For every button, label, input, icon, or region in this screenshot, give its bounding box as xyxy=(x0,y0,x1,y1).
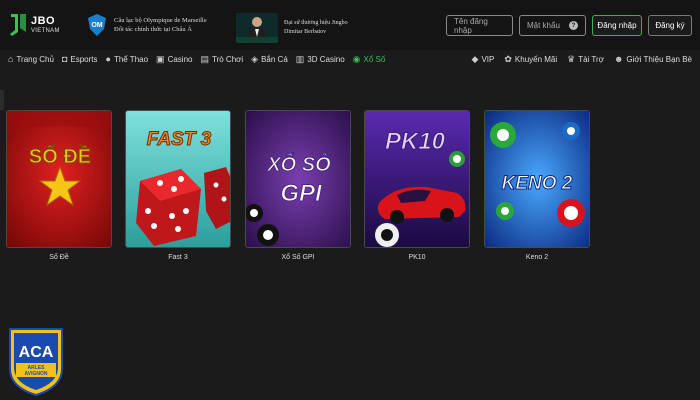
nav-item-home[interactable]: ⌂ Trang Chủ xyxy=(8,54,54,65)
nav-item-sports[interactable]: ● Thể Thao xyxy=(105,54,149,65)
fast-3-artwork: FAST 3 xyxy=(126,111,230,247)
game-card-fast-3[interactable]: FAST 3 xyxy=(125,110,231,248)
lottery-icon: ◉ xyxy=(352,54,361,64)
nav-item-esports[interactable]: ◘ Esports xyxy=(61,54,98,65)
so-de-artwork: SỐ ĐỀ xyxy=(7,111,111,247)
diamond-icon: ◆ xyxy=(471,54,479,64)
username-placeholder: Tên đăng nhập xyxy=(454,16,488,35)
password-input[interactable]: Mật khẩu ? xyxy=(519,15,586,36)
game-card-keno-2[interactable]: KENO 2 xyxy=(484,110,590,248)
jbo-logo-icon xyxy=(10,14,26,36)
nav-item-sponsorship[interactable]: ♛ Tài Trợ xyxy=(567,54,604,65)
cards-icon: ▣ xyxy=(156,54,165,64)
trophy-icon: ♛ xyxy=(567,54,576,64)
game-card-xo-so-gpi[interactable]: XỔ SỐ GPI xyxy=(245,110,351,248)
gamepad-icon: ◘ xyxy=(61,54,68,64)
nav-item-referral[interactable]: ☻ Giới Thiệu Bạn Bè xyxy=(613,54,692,65)
login-button[interactable]: Đăng nhập xyxy=(592,15,642,36)
sidebar-handle[interactable] xyxy=(0,90,4,110)
aca-badge-main: ACA xyxy=(19,344,54,361)
om-crest-icon: OM xyxy=(88,14,106,36)
keno-2-art-text: KENO 2 xyxy=(502,173,573,194)
friends-icon: ☻ xyxy=(613,54,624,64)
jbo-logo[interactable]: JBO VIETNAM xyxy=(8,12,60,38)
username-input[interactable]: Tên đăng nhập xyxy=(446,15,513,36)
pk10-artwork: PK10 xyxy=(365,111,469,247)
logo-main-text: JBO xyxy=(31,15,56,27)
gpi-art-text-1: XỔ SỐ xyxy=(266,152,331,176)
nav-item-games[interactable]: ▤ Trò Chơi xyxy=(200,54,243,65)
nav-item-casino[interactable]: ▣ Casino xyxy=(156,54,192,65)
site-header: JBO VIETNAM OM Câu lạc bộ Olympique de M… xyxy=(0,0,700,50)
partner2-line2: Dimitar Berbatov xyxy=(284,29,327,35)
nav-item-fishing[interactable]: ◈ Bắn Cá xyxy=(251,54,288,65)
aca-badge[interactable]: ACA ARLES AVIGNON xyxy=(6,325,66,397)
password-help-icon[interactable]: ? xyxy=(569,21,578,30)
game-label-fast-3: Fast 3 xyxy=(168,254,188,261)
aca-badge-sub2: AVIGNON xyxy=(25,371,48,377)
main-nav: ⌂ Trang Chủ ◘ Esports ● Thể Thao ▣ Casino ▤ T… xyxy=(0,50,700,72)
partner-ambassador: Đại sứ thương hiệu Jingbo Dimitar Berbat… xyxy=(236,13,348,43)
svg-text:OM: OM xyxy=(91,22,102,29)
partner1-line2: Đối tác chính thức tại Châu Á xyxy=(114,26,192,33)
ambassador-photo xyxy=(236,13,278,43)
fast-3-art-text: FAST 3 xyxy=(147,129,212,150)
game-label-keno-2: Keno 2 xyxy=(525,254,549,261)
partner1-line1: Câu lạc bộ Olympique de Marseille xyxy=(114,17,207,24)
fish-icon: ◈ xyxy=(251,54,259,64)
slot-icon: ▤ xyxy=(200,54,209,64)
gift-icon: ✿ xyxy=(504,54,512,64)
nav-item-lottery[interactable]: ◉ Xổ Số xyxy=(352,54,386,65)
partner-marseille: OM Câu lạc bộ Olympique de Marseille Đối… xyxy=(86,13,207,37)
partner2-line1: Đại sứ thương hiệu Jingbo xyxy=(284,20,348,26)
home-icon: ⌂ xyxy=(8,54,14,64)
3d-icon: ▥ xyxy=(295,54,305,64)
keno-2-artwork: KENO 2 xyxy=(485,111,589,247)
logo-sub-text: VIETNAM xyxy=(31,28,60,34)
password-placeholder: Mật khẩu xyxy=(527,21,560,30)
game-label-so-de: Số Đề xyxy=(49,254,69,261)
login-area: Tên đăng nhập Mật khẩu ? Đăng nhập Đăng … xyxy=(446,15,692,36)
nav-item-promotions[interactable]: ✿ Khuyến Mãi xyxy=(504,54,557,65)
pk10-art-text: PK10 xyxy=(385,128,446,155)
game-card-pk10[interactable]: PK10 xyxy=(364,110,470,248)
game-label-pk10: PK10 xyxy=(408,254,426,261)
xo-so-gpi-artwork: XỔ SỐ GPI xyxy=(246,111,350,247)
nav-item-3d-casino[interactable]: ▥ 3D Casino xyxy=(295,54,345,65)
gpi-art-text-2: GPI xyxy=(280,180,323,207)
so-de-art-text: SỐ ĐỀ xyxy=(29,144,91,168)
nav-item-vip[interactable]: ◆ VIP xyxy=(471,54,495,65)
game-label-xo-so-gpi: Xổ Số GPI xyxy=(281,254,315,261)
register-button[interactable]: Đăng ký xyxy=(648,15,692,36)
game-card-so-de[interactable]: SỐ ĐỀ xyxy=(6,110,112,248)
soccer-ball-icon: ● xyxy=(105,54,111,64)
